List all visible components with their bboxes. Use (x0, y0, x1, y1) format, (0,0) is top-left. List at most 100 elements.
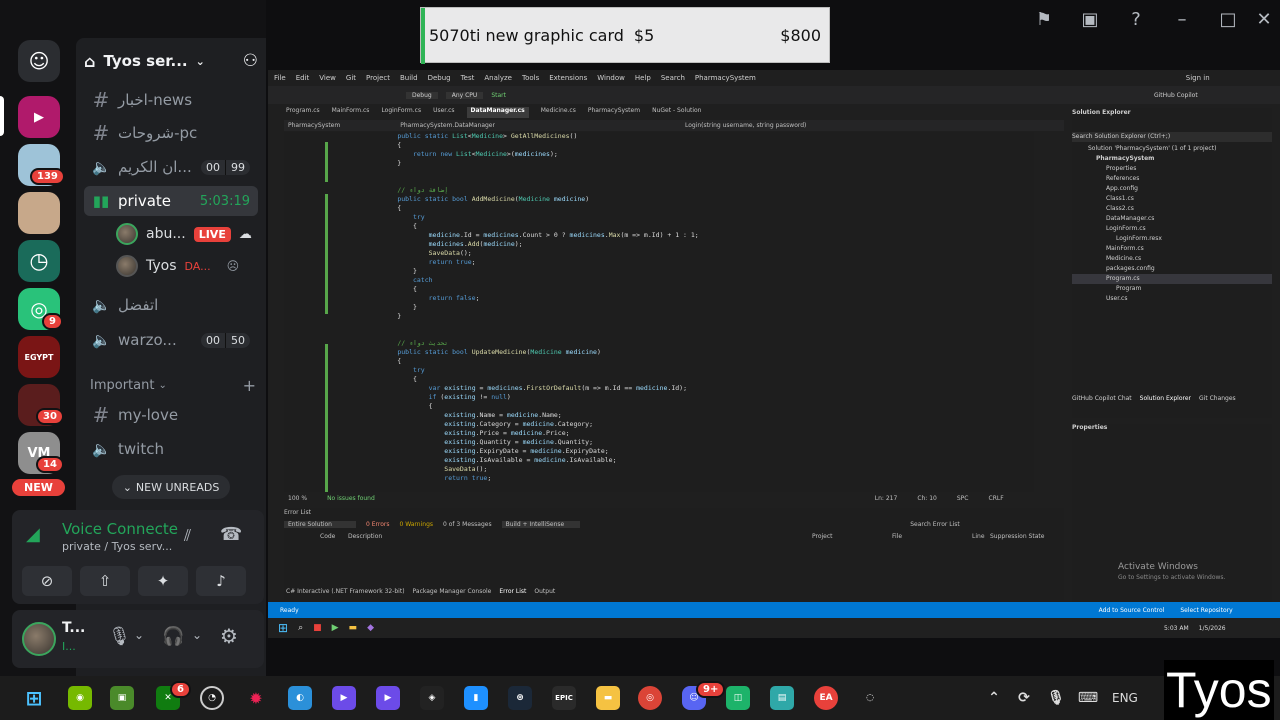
app-icon[interactable]: ◔ (200, 686, 224, 710)
code-editor[interactable]: public static List<Medicine> GetAllMedic… (284, 132, 1034, 492)
inbox-icon[interactable]: ▣ (1078, 8, 1102, 32)
noise-suppression-icon[interactable]: ⫽ (184, 526, 191, 546)
col-header[interactable]: Description (348, 533, 812, 540)
nvidia-icon[interactable]: ◉ (68, 686, 92, 710)
channel-item[interactable]: # my-love (84, 400, 258, 430)
build-filter[interactable]: Build + IntelliSense (501, 520, 581, 528)
minimize-icon[interactable]: – (1170, 8, 1194, 32)
app-icon[interactable]: ▶ (376, 686, 400, 710)
add-channel-icon[interactable]: + (243, 376, 256, 395)
col-header[interactable]: Project (812, 533, 892, 540)
menu-item[interactable]: Help (635, 74, 651, 82)
tree-item[interactable]: LoginForm.cs (1072, 224, 1272, 234)
menu-item[interactable]: View (319, 74, 336, 82)
col-header[interactable]: Line (972, 533, 990, 540)
close-icon[interactable]: ✕ (1252, 8, 1276, 32)
menu-item[interactable]: Extensions (549, 74, 587, 82)
menu-item[interactable]: Test (461, 74, 475, 82)
tree-item[interactable]: Properties (1072, 164, 1272, 174)
folder-icon[interactable]: ▬ (596, 686, 620, 710)
solution-search[interactable]: Search Solution Explorer (Ctrl+;) (1072, 132, 1272, 142)
messages-filter[interactable]: 0 of 3 Messages (443, 521, 492, 528)
tab[interactable]: Medicine.cs (541, 107, 576, 118)
tab[interactable]: GitHub Copilot Chat (1072, 394, 1132, 404)
menu-item[interactable]: Window (597, 74, 625, 82)
activities-button[interactable]: ✦ (138, 566, 188, 596)
voice-user[interactable]: Tyos DA... ☹ (116, 253, 239, 279)
server-icon-4[interactable]: ◷ (18, 240, 60, 282)
server-header[interactable]: ⌂ Tyos ser... ⌄ ⚇ (84, 44, 258, 78)
app-icon[interactable]: ▤ (770, 686, 794, 710)
server-icon-6[interactable]: EGYPT (18, 336, 60, 378)
nav-member[interactable]: Login(string username, string password) (685, 122, 806, 129)
add-source-control[interactable]: Add to Source Control (1099, 607, 1165, 614)
app-icon[interactable]: ✹ (244, 686, 268, 710)
menu-item[interactable]: File (274, 74, 286, 82)
app-icon[interactable]: ◫ (726, 686, 750, 710)
add-member-icon[interactable]: ⚇ (243, 51, 258, 71)
app-icon[interactable]: ◈ (420, 686, 444, 710)
start-button[interactable]: Start (491, 92, 506, 99)
voice-channel-item[interactable]: 🔈 twitch (84, 434, 258, 464)
tab[interactable]: Program.cs (286, 107, 320, 118)
tab-active[interactable]: DataManager.cs (466, 107, 529, 118)
tab[interactable]: NuGet - Solution (652, 107, 701, 118)
nav-class[interactable]: PharmacySystem.DataManager (400, 122, 495, 129)
tree-item[interactable]: Class1.cs (1072, 194, 1272, 204)
zoom-level[interactable]: 100 % (288, 495, 307, 502)
tab[interactable]: C# Interactive (.NET Framework 32-bit) (286, 588, 405, 595)
col-header[interactable]: Code (320, 533, 348, 540)
issues-status[interactable]: No issues found (327, 495, 375, 502)
chrome-icon[interactable]: ◎ (638, 686, 662, 710)
microphone-icon[interactable]: 🎙 (108, 626, 131, 647)
tab-active[interactable]: Solution Explorer (1140, 394, 1191, 404)
copilot-button[interactable]: GitHub Copilot (1154, 92, 1198, 99)
share-screen-button[interactable]: ⇧ (80, 566, 130, 596)
tree-item[interactable]: Program.cs (1072, 274, 1272, 284)
steam-icon[interactable]: ⊛ (508, 686, 532, 710)
server-icon-3[interactable] (18, 192, 60, 234)
maximize-icon[interactable]: □ (1216, 8, 1240, 32)
menu-item[interactable]: Git (346, 74, 356, 82)
menu-item[interactable]: Edit (296, 74, 310, 82)
app-icon[interactable]: ▮ (464, 686, 488, 710)
channel-item[interactable]: # اخبار-news (84, 85, 258, 115)
voice-user[interactable]: abu... LIVE ☁ (116, 221, 252, 247)
new-unreads-button[interactable]: ⌄ NEW UNREADS (112, 475, 230, 499)
tree-item[interactable]: LoginForm.resx (1072, 234, 1272, 244)
sync-icon[interactable]: ⟳ (1012, 686, 1036, 710)
nav-project[interactable]: PharmacySystem (288, 122, 340, 129)
sign-in-link[interactable]: Sign in (1186, 74, 1210, 82)
tree-item[interactable]: PharmacySystem (1072, 154, 1272, 164)
voice-channel-item[interactable]: 🔈 warzo... 00 50 (84, 325, 258, 355)
tree-item[interactable]: Solution 'PharmacySystem' (1 of 1 projec… (1072, 144, 1272, 154)
tab[interactable]: User.cs (433, 107, 454, 118)
tab[interactable]: PharmacySystem (588, 107, 640, 118)
voice-channel-item[interactable]: 🔈 ان الكريم... 00 99 (84, 152, 258, 182)
language-indicator[interactable]: ENG (1112, 691, 1138, 705)
col-header[interactable]: File (892, 533, 972, 540)
camera-off-button[interactable]: ⊘ (22, 566, 72, 596)
epic-games-icon[interactable]: EPIC (552, 686, 576, 710)
search-errors[interactable]: Search Error List (910, 521, 960, 528)
tree-item[interactable]: User.cs (1072, 294, 1272, 304)
nvidia-app-icon[interactable]: ▣ (110, 686, 134, 710)
tab[interactable]: MainForm.cs (332, 107, 370, 118)
tree-item[interactable]: References (1072, 174, 1272, 184)
tree-item[interactable]: packages.config (1072, 264, 1272, 274)
config-select[interactable]: Debug (406, 91, 438, 99)
app-icon[interactable]: ◌ (858, 686, 882, 710)
select-repository[interactable]: Select Repository (1180, 607, 1232, 614)
menu-item[interactable]: Build (400, 74, 418, 82)
voice-channel-active[interactable]: ▮▮ private 5:03:19 (84, 186, 258, 216)
tab[interactable]: LoginForm.cs (381, 107, 421, 118)
headphones-icon[interactable]: 🎧 (162, 626, 184, 647)
tab[interactable]: Git Changes (1199, 394, 1236, 404)
microphone-icon[interactable]: 🎙 (1044, 686, 1068, 710)
tree-item[interactable]: Program (1072, 284, 1272, 294)
tab[interactable]: Output (534, 588, 555, 595)
channel-item[interactable]: # شروحات-pc (84, 118, 258, 148)
disconnect-icon[interactable]: ☎ (220, 524, 242, 545)
menu-item[interactable]: Debug (428, 74, 451, 82)
chevron-down-icon[interactable]: ⌄ (134, 628, 144, 642)
